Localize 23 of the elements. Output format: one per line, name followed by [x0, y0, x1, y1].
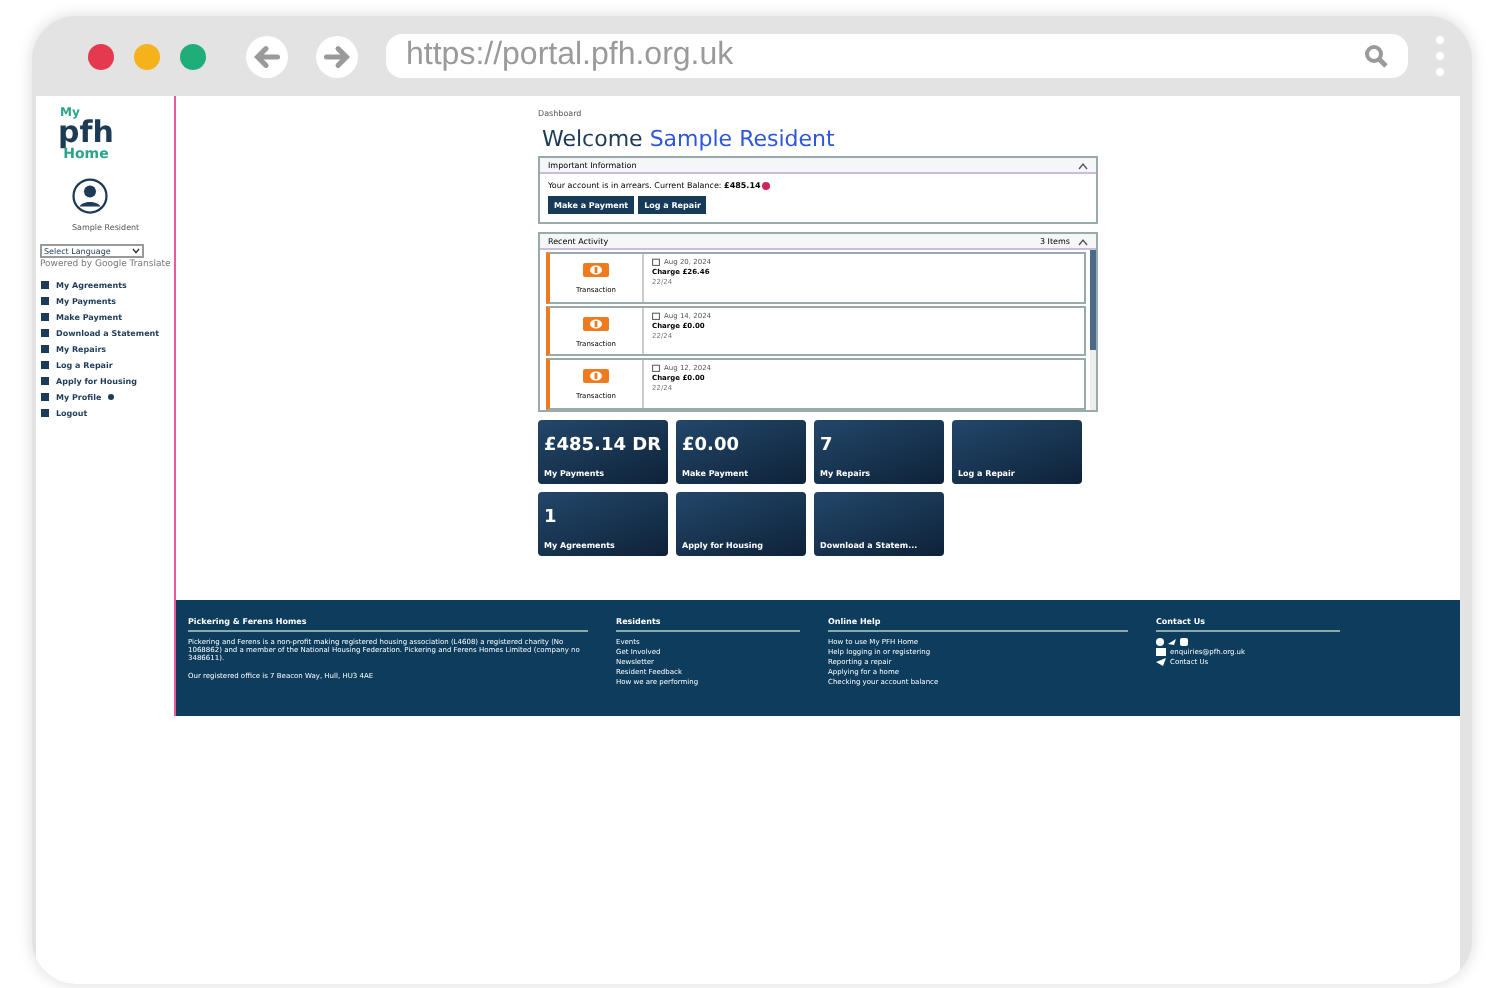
calendar-icon	[652, 311, 660, 320]
minimize-dot[interactable]	[134, 43, 160, 69]
welcome-heading: Welcome Sample Resident	[542, 126, 837, 152]
banknote-icon	[582, 261, 610, 278]
caret-icon[interactable]	[1078, 161, 1088, 169]
forward-icon[interactable]	[316, 35, 358, 77]
mail-icon	[1156, 648, 1166, 656]
banknote-icon	[582, 315, 610, 331]
calendar-icon	[652, 364, 660, 373]
avatar-icon	[72, 177, 108, 213]
tile-value: £485.14 DR	[544, 438, 662, 458]
maximize-dot[interactable]	[180, 43, 206, 69]
tile-value: 7	[820, 438, 835, 458]
tile-value: £0.00	[682, 438, 741, 458]
calendar-icon	[652, 258, 660, 266]
chevron-icon	[132, 247, 140, 253]
close-dot[interactable]	[88, 43, 114, 69]
search-icon[interactable]	[1364, 44, 1388, 68]
back-icon[interactable]	[246, 35, 288, 77]
banknote-icon	[582, 368, 610, 385]
tile-value: 1	[544, 510, 559, 530]
caret-icon[interactable]	[1078, 237, 1088, 245]
send-icon	[1156, 658, 1166, 666]
